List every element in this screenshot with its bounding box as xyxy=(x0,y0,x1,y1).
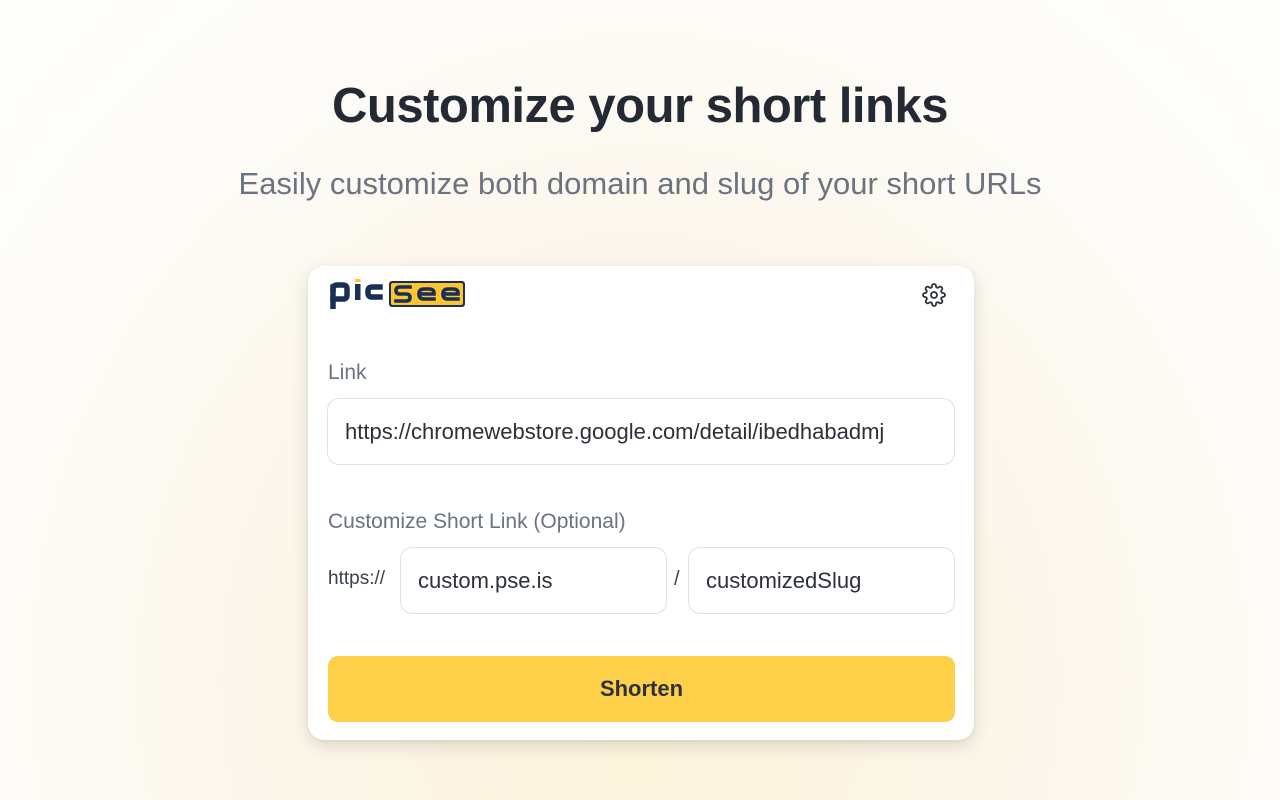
shorten-button[interactable]: Shorten xyxy=(328,656,955,722)
picsee-popup: Link Customize Short Link (Optional) htt… xyxy=(308,266,974,740)
page-title: Customize your short links xyxy=(332,79,948,133)
page-subtitle: Easily customize both domain and slug of… xyxy=(238,166,1042,201)
custom-link-label: Customize Short Link (Optional) xyxy=(328,510,626,533)
path-separator: / xyxy=(674,568,680,590)
gear-icon xyxy=(922,283,946,307)
link-label: Link xyxy=(328,361,367,384)
scheme-prefix: https:// xyxy=(328,568,386,589)
picsee-logo xyxy=(330,279,465,309)
domain-input[interactable] xyxy=(400,547,667,614)
settings-button[interactable] xyxy=(921,282,947,308)
link-input[interactable] xyxy=(327,398,955,465)
slug-input[interactable] xyxy=(688,547,955,614)
